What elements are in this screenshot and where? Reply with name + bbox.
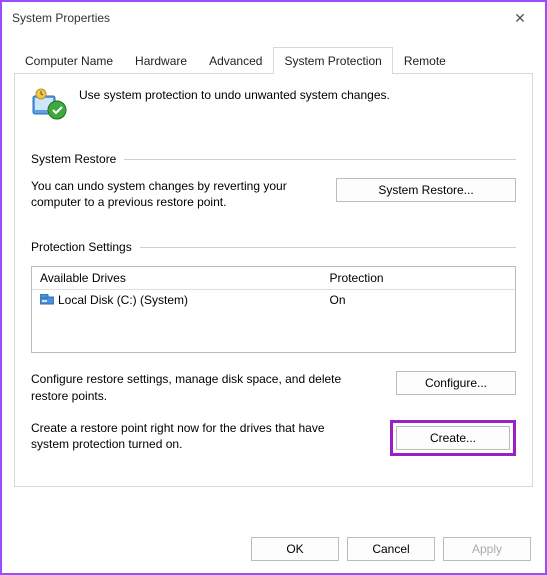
create-button[interactable]: Create... — [396, 426, 510, 450]
apply-button: Apply — [443, 537, 531, 561]
table-row[interactable]: Local Disk (C:) (System) On — [40, 292, 507, 308]
drives-table: Available Drives Protection Local Disk (… — [31, 266, 516, 353]
drive-icon — [40, 294, 54, 306]
configure-row: Configure restore settings, manage disk … — [31, 371, 516, 403]
drives-table-header: Available Drives Protection — [32, 267, 515, 290]
create-button-highlight: Create... — [390, 420, 516, 456]
divider — [124, 159, 516, 160]
tabstrip: Computer Name Hardware Advanced System P… — [14, 46, 533, 74]
create-row: Create a restore point right now for the… — [31, 420, 516, 456]
system-restore-text: You can undo system changes by reverting… — [31, 178, 320, 210]
dialog-footer: OK Cancel Apply — [251, 537, 531, 561]
drives-table-body: Local Disk (C:) (System) On — [32, 290, 515, 352]
tab-panel: Use system protection to undo unwanted s… — [14, 74, 533, 487]
protection-settings-heading-label: Protection Settings — [31, 240, 132, 254]
protection-settings-heading: Protection Settings — [31, 240, 516, 254]
column-protection[interactable]: Protection — [330, 271, 507, 285]
configure-text: Configure restore settings, manage disk … — [31, 371, 360, 403]
window-title: System Properties — [12, 11, 505, 25]
close-icon[interactable]: ✕ — [505, 10, 535, 27]
cancel-button[interactable]: Cancel — [347, 537, 435, 561]
system-restore-row: You can undo system changes by reverting… — [31, 178, 516, 210]
tab-hardware[interactable]: Hardware — [124, 47, 198, 74]
column-available-drives[interactable]: Available Drives — [40, 271, 330, 285]
drive-name: Local Disk (C:) (System) — [58, 293, 188, 307]
intro-text: Use system protection to undo unwanted s… — [79, 88, 390, 102]
tab-system-protection[interactable]: System Protection — [273, 47, 392, 74]
divider — [140, 247, 516, 248]
tab-remote[interactable]: Remote — [393, 47, 457, 74]
system-protection-icon — [31, 88, 67, 124]
system-restore-button[interactable]: System Restore... — [336, 178, 516, 202]
system-restore-heading: System Restore — [31, 152, 516, 166]
tab-advanced[interactable]: Advanced — [198, 47, 273, 74]
tab-computer-name[interactable]: Computer Name — [14, 47, 124, 74]
configure-button[interactable]: Configure... — [396, 371, 516, 395]
ok-button[interactable]: OK — [251, 537, 339, 561]
intro-row: Use system protection to undo unwanted s… — [31, 88, 516, 124]
create-text: Create a restore point right now for the… — [31, 420, 360, 452]
titlebar: System Properties ✕ — [2, 2, 545, 34]
system-restore-heading-label: System Restore — [31, 152, 116, 166]
drive-status: On — [330, 293, 507, 307]
